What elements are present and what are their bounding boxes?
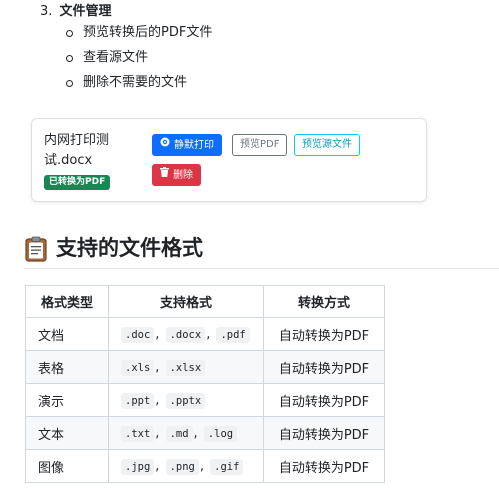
cell-method: 自动转换为PDF (263, 317, 385, 351)
section-title: 文件管理 (59, 4, 112, 19)
cell-type: 文本 (25, 416, 109, 450)
delete-label: 删除 (173, 170, 193, 181)
format-code: .txt (121, 425, 155, 442)
print-icon (160, 135, 170, 155)
formats-heading: 支持的文件格式 (24, 232, 499, 269)
format-code: .pptx (165, 392, 206, 409)
format-code: .doc (121, 326, 155, 343)
silent-print-button[interactable]: 静默打印 (152, 134, 222, 156)
cell-method: 自动转换为PDF (263, 383, 385, 417)
cell-type: 文档 (25, 317, 109, 351)
list-item: 预览转换后的PDF文件 (66, 22, 212, 47)
cell-type: 表格 (25, 350, 109, 384)
format-code: .gif (210, 458, 244, 475)
format-code: .pdf (216, 326, 250, 343)
cell-formats: .doc, .docx, .pdf (108, 317, 264, 351)
file-card: 内网打印测试.docx 已转换为PDF 静默打印 预览PDF 预览源文件 删除 (31, 118, 427, 202)
delete-button[interactable]: 删除 (152, 164, 201, 186)
section-heading: 3. 文件管理 (40, 3, 112, 21)
formats-table: 格式类型 支持格式 转换方式 文档 .doc, .docx, .pdf 自动转换… (25, 285, 385, 483)
trash-icon (160, 165, 169, 185)
cell-formats: .ppt, .pptx (108, 383, 264, 417)
file-name: 内网打印测试.docx (44, 133, 110, 168)
table-row: 演示 .ppt, .pptx 自动转换为PDF (25, 383, 385, 417)
page: 3. 文件管理 预览转换后的PDF文件 查看源文件 删除不需要的文件 内网打印测… (0, 0, 499, 490)
cell-formats: .xls, .xlsx (108, 350, 264, 384)
cell-formats: .jpg, .png, .gif (108, 449, 264, 483)
header-type: 格式类型 (25, 285, 109, 318)
format-code: .md (165, 425, 193, 442)
format-code: .docx (165, 326, 206, 343)
clipboard-icon (25, 236, 47, 266)
heading-text: 支持的文件格式 (56, 236, 203, 260)
format-code: .xlsx (165, 359, 206, 376)
header-formats: 支持格式 (108, 285, 264, 318)
preview-pdf-button[interactable]: 预览PDF (232, 134, 288, 156)
format-code: .xls (121, 359, 155, 376)
cell-formats: .txt, .md, .log (108, 416, 264, 450)
cell-method: 自动转换为PDF (263, 449, 385, 483)
table-row: 表格 .xls, .xlsx 自动转换为PDF (25, 350, 385, 384)
cell-type: 演示 (25, 383, 109, 417)
cell-method: 自动转换为PDF (263, 416, 385, 450)
status-badge: 已转换为PDF (44, 175, 111, 190)
format-code: .log (203, 425, 238, 442)
silent-print-label: 静默打印 (174, 140, 214, 151)
table-header-row: 格式类型 支持格式 转换方式 (25, 285, 385, 318)
table-row: 文本 .txt, .md, .log 自动转换为PDF (25, 416, 385, 450)
section-number: 3. (40, 4, 53, 19)
format-code: .jpg (121, 458, 155, 475)
preview-source-button[interactable]: 预览源文件 (294, 134, 360, 156)
table-row: 图像 .jpg, .png, .gif 自动转换为PDF (25, 449, 385, 483)
table-row: 文档 .doc, .docx, .pdf 自动转换为PDF (25, 317, 385, 351)
cell-type: 图像 (25, 449, 109, 483)
format-code: .png (165, 458, 199, 475)
cell-method: 自动转换为PDF (263, 350, 385, 384)
list-item: 查看源文件 (66, 47, 212, 72)
format-code: .ppt (121, 392, 155, 409)
list-item: 删除不需要的文件 (66, 72, 212, 97)
feature-list: 预览转换后的PDF文件 查看源文件 删除不需要的文件 (66, 22, 212, 97)
header-method: 转换方式 (263, 285, 385, 318)
